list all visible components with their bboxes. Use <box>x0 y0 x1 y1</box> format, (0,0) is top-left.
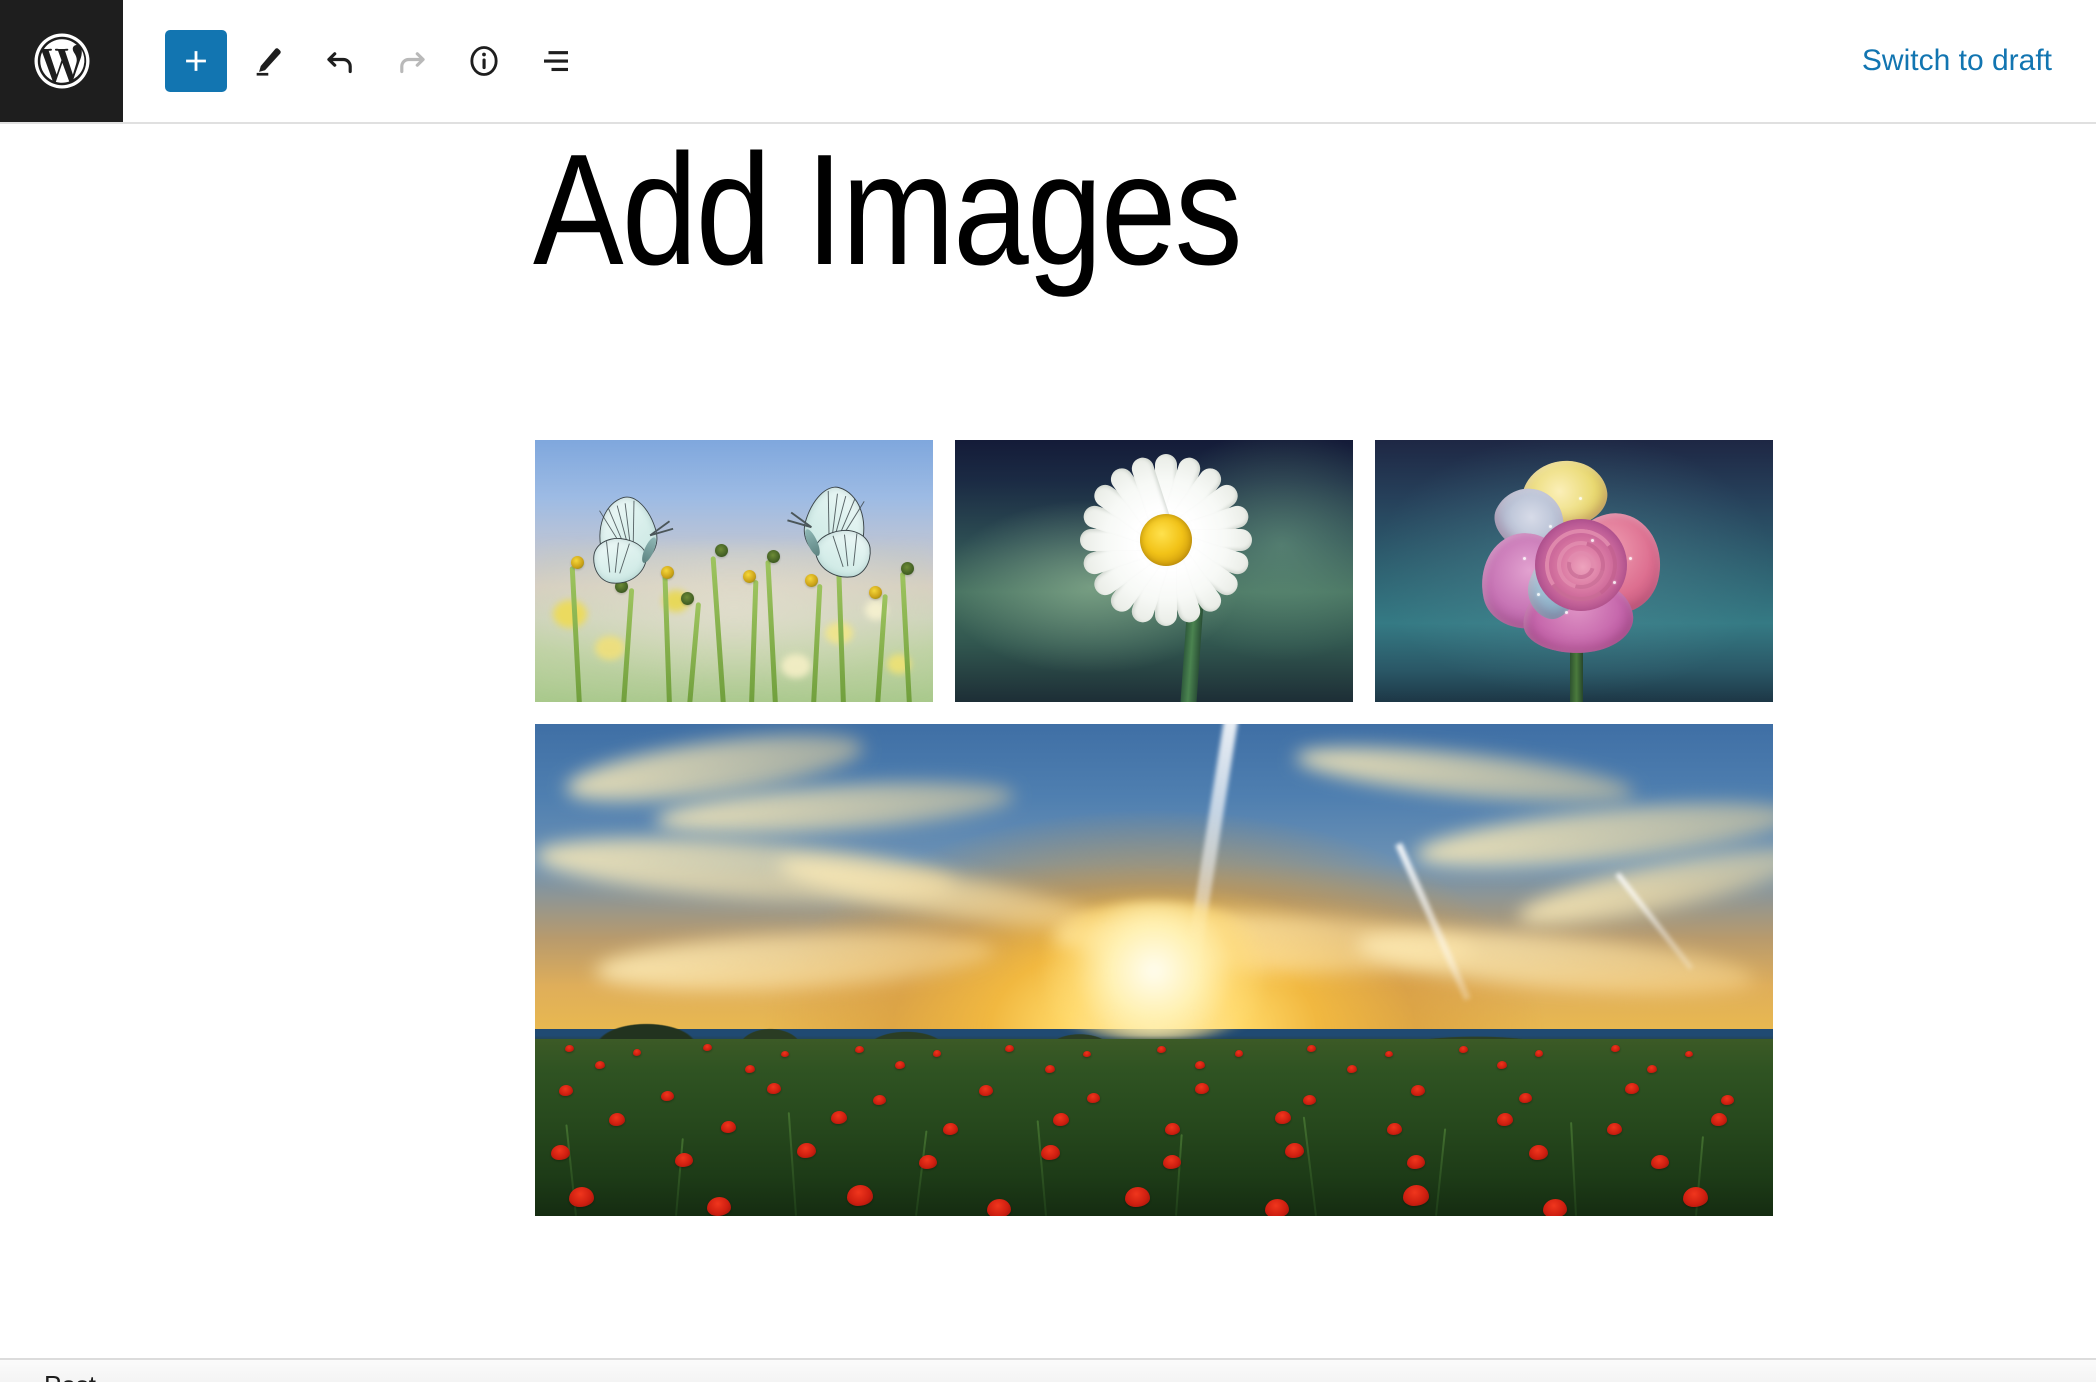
butterfly-right <box>773 480 876 581</box>
butterfly-left <box>588 490 687 587</box>
poppy-field-photo <box>535 724 1773 1216</box>
post-title[interactable]: Add Images <box>533 129 1608 291</box>
info-circle-icon <box>466 43 502 79</box>
redo-button[interactable] <box>381 30 443 92</box>
rose-center <box>1535 518 1627 611</box>
edit-tool-button[interactable] <box>237 30 299 92</box>
gallery-image-rose[interactable] <box>1375 440 1773 702</box>
gallery-image-poppy-field[interactable] <box>535 724 1773 1216</box>
breadcrumb[interactable]: Post <box>0 1372 96 1382</box>
editor-window: Switch to draft Pr Add Images <box>0 0 2096 1382</box>
editor-canvas: Add Images <box>0 124 2096 1358</box>
gallery-row <box>535 724 1773 1216</box>
details-button[interactable] <box>453 30 515 92</box>
daisy-flower <box>1073 447 1259 633</box>
daisy-core <box>1139 513 1192 566</box>
editor-header: Switch to draft Pr <box>0 0 2096 124</box>
list-view-icon <box>538 43 574 79</box>
header-spacer <box>587 0 1858 122</box>
daisy-photo <box>955 440 1353 702</box>
editor-toolbar <box>123 0 587 122</box>
poppy-field <box>535 1038 1773 1216</box>
undo-button[interactable] <box>309 30 371 92</box>
rose-photo <box>1375 440 1773 702</box>
undo-arrow-icon <box>322 43 358 79</box>
wordpress-logo-icon <box>29 28 95 94</box>
header-actions: Switch to draft Pr <box>1858 0 2096 122</box>
butterflies-photo <box>535 440 933 702</box>
rose-flower <box>1472 454 1672 661</box>
editor-footer: Post <box>0 1358 2096 1382</box>
redo-arrow-icon <box>394 43 430 79</box>
plus-icon <box>179 44 213 78</box>
list-view-button[interactable] <box>525 30 587 92</box>
gallery-row <box>535 440 1773 702</box>
switch-to-draft-button[interactable]: Switch to draft <box>1858 38 2056 84</box>
gallery-block <box>535 440 1773 1238</box>
wordpress-logo-button[interactable] <box>0 0 123 122</box>
add-block-button[interactable] <box>165 30 227 92</box>
gallery-image-daisy[interactable] <box>955 440 1353 702</box>
sunset-sky <box>535 724 1773 1041</box>
pencil-icon <box>251 44 285 78</box>
gallery-image-butterflies[interactable] <box>535 440 933 702</box>
